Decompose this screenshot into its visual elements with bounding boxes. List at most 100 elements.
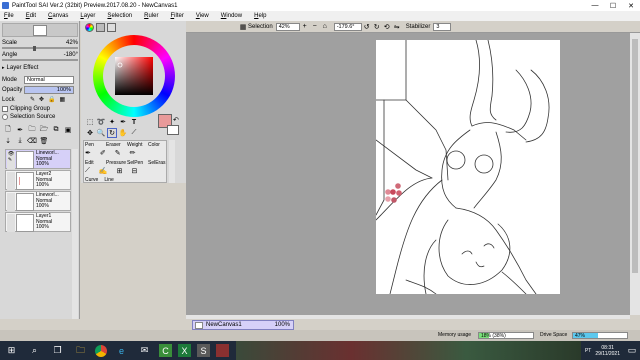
flip-icon[interactable]: ⇋	[392, 22, 402, 32]
zoom-out-icon[interactable]: −	[310, 22, 320, 32]
lock-paint-icon[interactable]: ✎	[30, 96, 35, 103]
lock-move-icon[interactable]: ✥	[39, 96, 44, 103]
brush-selpen[interactable]: SelPen	[127, 160, 148, 166]
hsv-slider-tab-icon[interactable]	[107, 23, 116, 32]
mode-select[interactable]: Normal	[24, 76, 74, 84]
seleras-brush-icon[interactable]: ⊟	[132, 167, 138, 175]
menu-help[interactable]: Help	[254, 13, 266, 19]
menu-window[interactable]: Window	[221, 13, 242, 19]
pen-tool-icon[interactable]: ✒	[118, 117, 128, 127]
layer-row[interactable]: Layer1 Normal 100%	[5, 212, 71, 232]
angle-slider[interactable]	[2, 59, 78, 61]
layer-mask-icon[interactable]: ▣	[63, 125, 73, 135]
task-view-icon[interactable]: ❐	[49, 342, 66, 359]
menu-filter[interactable]: Filter	[170, 13, 183, 19]
eyedropper-icon[interactable]: ⟋	[129, 128, 139, 138]
scrollbar-thumb[interactable]	[632, 39, 638, 273]
brush-weight[interactable]: Weight	[127, 142, 148, 148]
color-wheel[interactable]	[93, 35, 175, 117]
color-brush-icon[interactable]: ✏	[130, 149, 136, 157]
delete-layer-icon[interactable]: 🗑	[39, 136, 49, 146]
file-explorer-icon[interactable]: 🗀	[72, 342, 89, 359]
clock[interactable]: 08:31 29/11/2021	[595, 345, 620, 357]
clear-layer-icon[interactable]: ⌫	[27, 136, 37, 146]
brush-edit[interactable]: Edit	[85, 160, 106, 166]
eraser-brush-icon[interactable]: ✐	[100, 149, 106, 157]
visibility-eye-icon[interactable]	[7, 214, 15, 232]
secondary-color-swatch[interactable]	[167, 125, 179, 135]
stabilizer-select[interactable]: 3	[433, 22, 452, 31]
menu-canvas[interactable]: Canvas	[48, 13, 68, 19]
clipping-group-checkbox[interactable]	[2, 106, 8, 112]
app-icon-2[interactable]	[216, 344, 229, 357]
color-wheel-tab-icon[interactable]	[85, 23, 94, 32]
rotate-right-icon[interactable]: ↻	[372, 22, 382, 32]
menu-view[interactable]: View	[196, 13, 209, 19]
new-folder-icon[interactable]: 🗀	[27, 125, 37, 135]
layer-row[interactable]: 👁 ✎ Lineworl... Normal 100%	[5, 149, 71, 169]
menu-file[interactable]: File	[4, 13, 14, 19]
close-button[interactable]: ✕	[622, 0, 640, 11]
opacity-slider[interactable]: 100%	[24, 86, 74, 94]
selpen-brush-icon[interactable]: ⊞	[117, 167, 123, 175]
menu-edit[interactable]: Edit	[26, 13, 36, 19]
weight-brush-icon[interactable]: ✎	[115, 149, 121, 157]
layer-list-scrollbar[interactable]	[72, 149, 78, 329]
zoom-in-icon[interactable]: +	[300, 22, 310, 32]
lasso-icon[interactable]: ➰	[96, 117, 106, 127]
move-tool-icon[interactable]: ✥	[85, 128, 95, 138]
menu-selection[interactable]: Selection	[107, 13, 132, 19]
menu-layer[interactable]: Layer	[80, 13, 95, 19]
scale-slider[interactable]	[2, 46, 78, 51]
text-tool-icon[interactable]: T	[129, 117, 139, 127]
vertical-scrollbar[interactable]	[630, 33, 640, 315]
edge-icon[interactable]: e	[113, 342, 130, 359]
select-rect-icon[interactable]: ⬚	[85, 117, 95, 127]
pen-brush-icon[interactable]: ✒	[85, 149, 91, 157]
brush-eraser[interactable]: Eraser	[106, 142, 127, 148]
swap-colors-icon[interactable]: ↶	[173, 116, 179, 124]
brush-color[interactable]: Color	[148, 142, 169, 148]
color-palette-dots[interactable]	[382, 181, 406, 207]
merge-down-icon[interactable]: ⤓	[15, 136, 25, 146]
brush-seleras[interactable]: SelEras	[148, 160, 169, 166]
zoom-field[interactable]: 42%	[275, 22, 300, 31]
pressure-brush-icon[interactable]: ✍	[99, 167, 108, 175]
rotate-left-icon[interactable]: ↺	[362, 22, 372, 32]
edit-brush-icon[interactable]: ⟋	[85, 167, 90, 175]
minimize-button[interactable]: —	[586, 0, 604, 11]
rotate-tool-icon[interactable]: ↻	[107, 128, 117, 138]
maximize-button[interactable]: ☐	[604, 0, 622, 11]
canvas-tab[interactable]: NewCanvas1 100%	[192, 320, 294, 330]
layer-row[interactable]: Layer2 Normal 100%	[5, 170, 71, 190]
rgb-slider-tab-icon[interactable]	[96, 23, 105, 32]
visibility-eye-icon[interactable]	[7, 172, 15, 190]
layer-effect-label[interactable]: Layer Effect	[7, 65, 39, 71]
duplicate-icon[interactable]: ⧉	[51, 125, 61, 135]
search-icon[interactable]: ⌕	[26, 342, 43, 359]
menu-ruler[interactable]: Ruler	[144, 13, 158, 19]
chrome-icon[interactable]	[95, 344, 107, 357]
magic-wand-icon[interactable]: ✦	[107, 117, 117, 127]
visibility-eye-icon[interactable]: 👁 ✎	[7, 151, 15, 169]
tab-line[interactable]: Line	[104, 177, 113, 183]
transfer-down-icon[interactable]: ⇣	[3, 136, 13, 146]
selection-visible-icon[interactable]: ▦	[238, 22, 248, 32]
expand-icon[interactable]: ▸	[2, 65, 5, 71]
canvas-area[interactable]	[186, 33, 630, 315]
new-layer-icon[interactable]: 🗋	[3, 125, 13, 135]
lock-all-icon[interactable]: 🔒	[48, 96, 55, 103]
rotate-reset-icon[interactable]: ⟲	[382, 22, 392, 32]
zoom-tool-icon[interactable]: 🔍	[96, 128, 106, 138]
hand-tool-icon[interactable]: ✋	[118, 128, 128, 138]
rotation-field[interactable]: -179.6°	[333, 22, 362, 31]
selection-source-radio[interactable]	[2, 114, 8, 120]
new-linework-icon[interactable]: ✒	[15, 125, 25, 135]
mail-icon[interactable]: ✉	[136, 342, 153, 359]
brush-pen[interactable]: Pen	[85, 142, 106, 148]
camtasia-icon[interactable]: C	[159, 344, 172, 357]
tab-curve[interactable]: Curve	[85, 177, 98, 183]
start-icon[interactable]: ⊞	[3, 342, 20, 359]
excel-icon[interactable]: X	[178, 344, 191, 357]
brush-grid-scrollbar[interactable]	[169, 140, 175, 183]
